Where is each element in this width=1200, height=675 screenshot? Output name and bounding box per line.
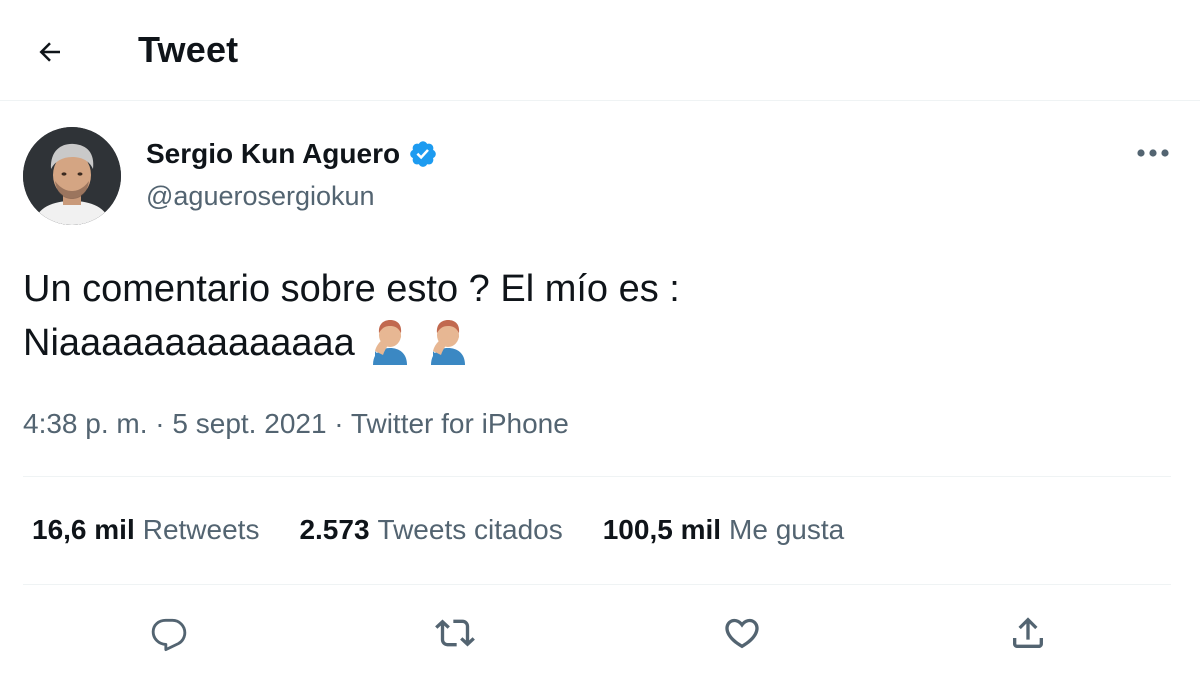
retweets-count: 16,6 mil	[32, 514, 135, 545]
reply-icon	[151, 618, 187, 652]
share-button[interactable]	[1005, 610, 1051, 656]
likes-label: Me gusta	[729, 514, 845, 545]
quote-tweets-stat[interactable]: 2.573 Tweets citados	[299, 512, 562, 548]
meta-separator: ·	[326, 408, 351, 439]
tweet-date[interactable]: 5 sept. 2021	[172, 408, 326, 439]
arrow-left-icon	[39, 42, 60, 62]
verified-badge-icon	[410, 141, 436, 167]
back-button[interactable]	[26, 28, 74, 76]
like-button[interactable]	[719, 610, 765, 656]
divider	[23, 584, 1171, 585]
facepalm-emoji	[430, 320, 465, 365]
profile-photo	[23, 127, 121, 225]
tweet-page: Tweet Sergio Kun Aguero @aguerosergiokun	[0, 0, 1200, 675]
retweets-stat[interactable]: 16,6 mil Retweets	[32, 512, 259, 548]
reply-button[interactable]	[146, 610, 192, 656]
author-name-row[interactable]: Sergio Kun Aguero	[146, 137, 438, 171]
tweet-text-line-2: Niaaaaaaaaaaaaaa	[23, 316, 1163, 370]
tweet-time[interactable]: 4:38 p. m.	[23, 408, 148, 439]
quote-tweets-count: 2.573	[299, 514, 370, 545]
retweet-button[interactable]	[432, 610, 478, 656]
like-icon	[725, 618, 759, 649]
tweet-source[interactable]: Twitter for iPhone	[351, 408, 569, 439]
share-icon	[1013, 617, 1043, 648]
tweet-text-line-1: Un comentario sobre esto ? El mío es :	[23, 268, 680, 310]
tweet-text: Un comentario sobre esto ? El mío es : N…	[23, 262, 1163, 370]
more-options-button[interactable]	[1131, 140, 1175, 166]
more-horizontal-icon	[1137, 149, 1169, 157]
facepalm-emoji	[372, 320, 407, 365]
top-header: Tweet	[0, 0, 1200, 101]
author-name: Sergio Kun Aguero	[146, 138, 401, 169]
meta-separator: ·	[147, 408, 173, 439]
page-title: Tweet	[138, 29, 239, 70]
tweet-stats: 16,6 mil Retweets 2.573 Tweets citados 100…	[32, 512, 884, 548]
likes-stat[interactable]: 100,5 mil Me gusta	[603, 512, 844, 548]
retweets-label: Retweets	[142, 514, 260, 545]
retweet-icon	[435, 619, 475, 647]
divider	[23, 476, 1171, 477]
quote-tweets-label: Tweets citados	[377, 514, 563, 545]
tweet-text-line-2-text: Niaaaaaaaaaaaaaa	[23, 322, 355, 364]
likes-count: 100,5 mil	[602, 514, 722, 545]
avatar[interactable]	[23, 127, 121, 225]
author-handle[interactable]: @aguerosergiokun	[146, 180, 375, 212]
tweet-meta: 4:38 p. m. · 5 sept. 2021 · Twitter for …	[23, 406, 569, 442]
